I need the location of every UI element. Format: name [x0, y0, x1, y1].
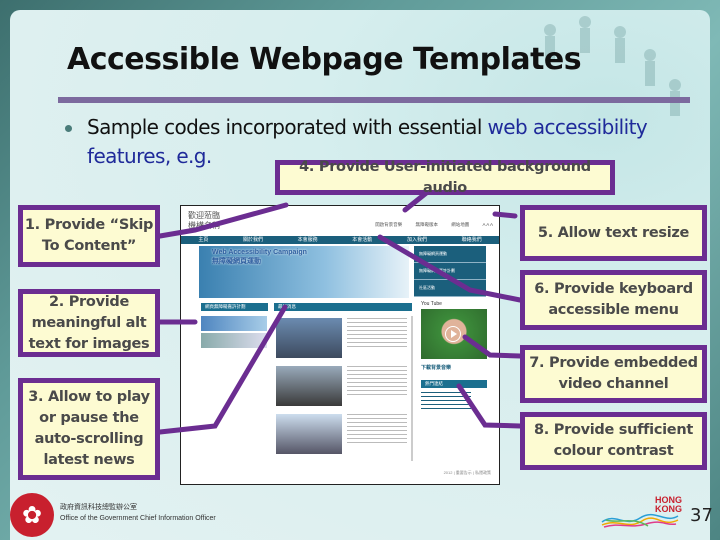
nav-item-home[interactable]: 主頁	[198, 236, 208, 244]
callout-colour-contrast: 8. Provide sufficient colour contrast	[520, 412, 707, 470]
webpage-side-menu: 無障礙網頁運動 無障礙網頁嘉許計劃 社區活動	[414, 246, 486, 297]
news-text-3	[347, 414, 407, 444]
hksar-emblem-icon: ✿	[10, 493, 54, 537]
youtube-label: You Tube	[421, 301, 442, 307]
ogcio-name-zh: 政府資訊科技總監辦公室	[60, 504, 137, 511]
download-music-link[interactable]: 下載背景音樂	[421, 364, 451, 371]
nav-item-contact[interactable]: 聯絡我們	[462, 236, 482, 244]
top-link-accessible-version[interactable]: 無障礙版本	[415, 222, 438, 227]
play-icon[interactable]	[445, 326, 461, 342]
webpage-top-links: 開啟背景音樂 無障礙版本 網站地圖 A A A	[363, 222, 493, 228]
news-image-1	[276, 318, 342, 358]
bullet-text-line2: features, e.g.	[87, 144, 212, 168]
webpage-nav-menu: 主頁 關於我們 本會服務 本會活動 加入我們 聯絡我們	[181, 236, 499, 244]
slide-title: Accessible Webpage Templates	[67, 42, 582, 77]
bullet-dot	[65, 125, 72, 132]
bullet-text-prefix: Sample codes incorporated with essential	[87, 115, 488, 139]
section-header-recognition: 網頁無障礙嘉許計劃	[201, 303, 268, 311]
news-scrollbar[interactable]	[411, 316, 413, 461]
nav-item-join[interactable]: 加入我們	[407, 236, 427, 244]
banner-title-en: Web Accessibility Campaign	[212, 249, 307, 256]
news-text-1	[347, 318, 407, 348]
page-number: 37	[690, 505, 713, 526]
webpage-footer: 2012 | 重要告示 | 私隱政策	[443, 470, 491, 475]
side-menu-item[interactable]: 無障礙網頁運動	[414, 246, 486, 263]
embedded-video[interactable]	[421, 309, 487, 359]
side-menu-item[interactable]: 社區活動	[414, 280, 486, 297]
sample-webpage-screenshot: 歡迎蒞臨 機構名稱 開啟背景音樂 無障礙版本 網站地圖 A A A 主頁 關於我…	[180, 205, 500, 485]
top-link-sitemap[interactable]: 網站地圖	[451, 222, 469, 227]
top-link-background-music[interactable]: 開啟背景音樂	[375, 222, 402, 227]
webpage-banner-image: Web Accessibility Campaign 無障礙網頁運動	[199, 246, 409, 298]
callout-background-audio: 4. Provide User-initiated background aud…	[275, 159, 615, 196]
callout-skip-to-content: 1. Provide “Skip To Content”	[18, 205, 160, 267]
webpage-logo: 歡迎蒞臨 機構名稱	[188, 211, 220, 231]
callout-text-resize: 5. Allow text resize	[520, 205, 707, 261]
nav-item-activities[interactable]: 本會活動	[352, 236, 372, 244]
nav-item-services[interactable]: 本會服務	[298, 236, 318, 244]
ogcio-name-en: Office of the Government Chief Informati…	[60, 515, 216, 522]
ogcio-name: 政府資訊科技總監辦公室 Office of the Government Chi…	[60, 502, 216, 524]
partner-banner-campaign[interactable]	[201, 316, 267, 331]
title-rule	[58, 97, 690, 103]
callout-alt-text: 2. Provide meaningful alt text for image…	[18, 289, 160, 357]
nav-item-about[interactable]: 關於我們	[243, 236, 263, 244]
text-resize-controls[interactable]: A A A	[482, 222, 493, 227]
banner-title: Web Accessibility Campaign 無障礙網頁運動	[212, 249, 307, 266]
side-menu-item[interactable]: 無障礙網頁嘉許計劃	[414, 263, 486, 280]
news-text-2	[347, 366, 407, 396]
logo-line2: 機構名稱	[188, 221, 220, 230]
hot-links-list[interactable]	[421, 392, 471, 412]
news-image-3	[276, 414, 342, 454]
banner-title-zh: 無障礙網頁運動	[212, 258, 261, 265]
section-header-latest-news: 最新消息	[274, 303, 412, 311]
news-image-2	[276, 366, 342, 406]
partner-banner-recognition[interactable]	[201, 333, 267, 348]
bullet-text-highlight: web accessibility	[487, 115, 648, 139]
brand-hong-kong-wave-icon	[601, 513, 679, 528]
section-header-hot-links: 熱門連結	[421, 380, 487, 388]
callout-keyboard-menu: 6. Provide keyboard accessible menu	[520, 270, 707, 330]
logo-line1: 歡迎蒞臨	[188, 211, 220, 220]
callout-scrolling-news: 3. Allow to play or pause the auto-scrol…	[18, 378, 160, 480]
callout-video-channel: 7. Provide embedded video channel	[520, 345, 707, 403]
